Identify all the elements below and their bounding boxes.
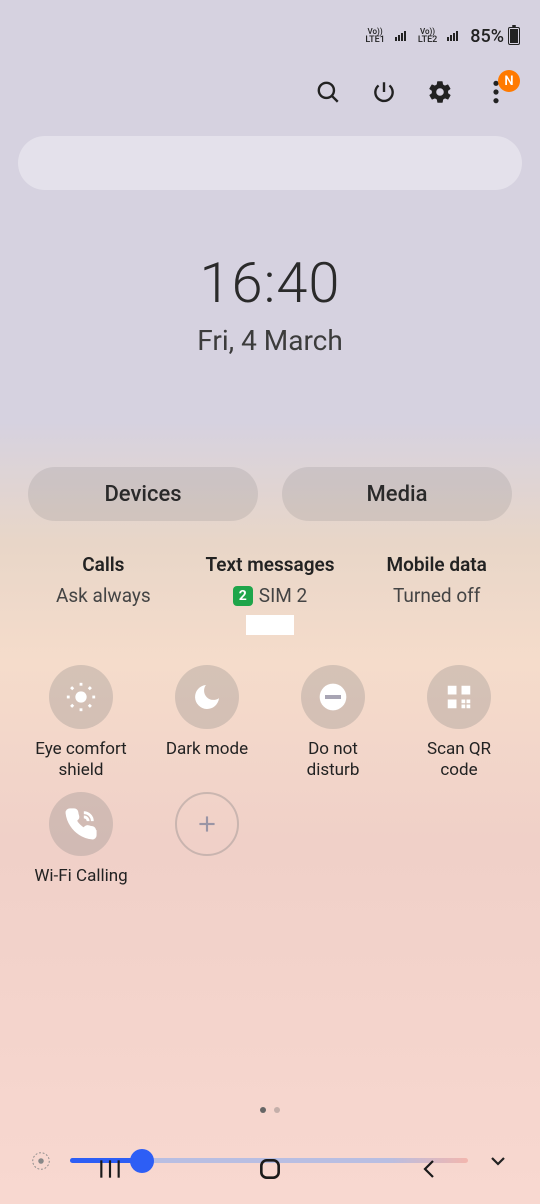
quick-panel-actions: N (0, 60, 540, 116)
tile-add[interactable] (144, 792, 270, 887)
tile-dark-mode[interactable]: Dark mode (144, 665, 270, 782)
sim-settings-row: Calls Ask always Text messages 2 SIM 2 M… (0, 553, 540, 635)
qr-icon (427, 665, 491, 729)
tile-dnd[interactable]: Do notdisturb (270, 665, 396, 782)
signal-bars-1 (395, 31, 406, 41)
clock-date: Fri, 4 March (0, 324, 540, 357)
tile-wifi-calling[interactable]: Wi-Fi Calling (18, 792, 144, 887)
clock-time: 16:40 (0, 250, 540, 316)
battery-icon (508, 27, 520, 45)
sim-texts-title: Text messages (187, 553, 354, 576)
sim-texts-value: 2 SIM 2 (233, 584, 307, 607)
sim-data[interactable]: Mobile data Turned off (353, 553, 520, 635)
nav-back[interactable] (410, 1149, 450, 1189)
media-chip[interactable]: Media (282, 467, 512, 521)
clock: 16:40 Fri, 4 March (0, 250, 540, 357)
sim-calls-title: Calls (20, 553, 187, 576)
sim-texts-label: SIM 2 (259, 584, 307, 607)
battery-percent: 85% (470, 26, 504, 47)
sim1-indicator: Vo)) LTE1 (365, 27, 384, 45)
notification-badge: N (498, 70, 520, 92)
tile-qr[interactable]: Scan QRcode (396, 665, 522, 782)
devices-chip[interactable]: Devices (28, 467, 258, 521)
signal-bars-2 (447, 31, 458, 41)
tile-label: Wi-Fi Calling (34, 866, 127, 887)
battery-indicator: 85% (470, 26, 520, 47)
chip-row: Devices Media (0, 467, 540, 521)
nav-recents[interactable] (90, 1149, 130, 1189)
tile-label: Dark mode (166, 739, 248, 760)
tile-eye-comfort[interactable]: Eye comfortshield (18, 665, 144, 782)
page-indicator[interactable] (0, 1107, 540, 1113)
more-options-icon[interactable]: N (482, 78, 510, 106)
sim2-indicator: Vo)) LTE2 (418, 27, 437, 45)
tile-label: Do notdisturb (307, 739, 360, 782)
tile-label: Eye comfortshield (35, 739, 126, 782)
redacted-strip (246, 615, 294, 635)
dnd-icon (301, 665, 365, 729)
page-dot (274, 1107, 280, 1113)
power-icon[interactable] (370, 78, 398, 106)
page-dot-active (260, 1107, 266, 1113)
tile-label: Scan QRcode (427, 739, 491, 782)
media-label: Media (367, 482, 428, 507)
status-bar: Vo)) LTE1 Vo)) LTE2 85% (0, 0, 540, 60)
moon-icon (175, 665, 239, 729)
quick-tiles-grid: Eye comfortshield Dark mode Do notdistur… (0, 665, 540, 887)
add-icon (175, 792, 239, 856)
settings-gear-icon[interactable] (426, 78, 454, 106)
search-bar[interactable] (18, 136, 522, 190)
sim-calls-value: Ask always (56, 584, 151, 607)
search-icon[interactable] (314, 78, 342, 106)
sim-data-value: Turned off (393, 584, 480, 607)
sim2-badge: 2 (233, 586, 253, 606)
nav-home[interactable] (250, 1149, 290, 1189)
sun-icon (49, 665, 113, 729)
sim-calls[interactable]: Calls Ask always (20, 553, 187, 635)
nav-bar (0, 1134, 540, 1204)
sim-data-title: Mobile data (353, 553, 520, 576)
wifi-call-icon (49, 792, 113, 856)
devices-label: Devices (104, 482, 181, 507)
sim-texts[interactable]: Text messages 2 SIM 2 (187, 553, 354, 635)
